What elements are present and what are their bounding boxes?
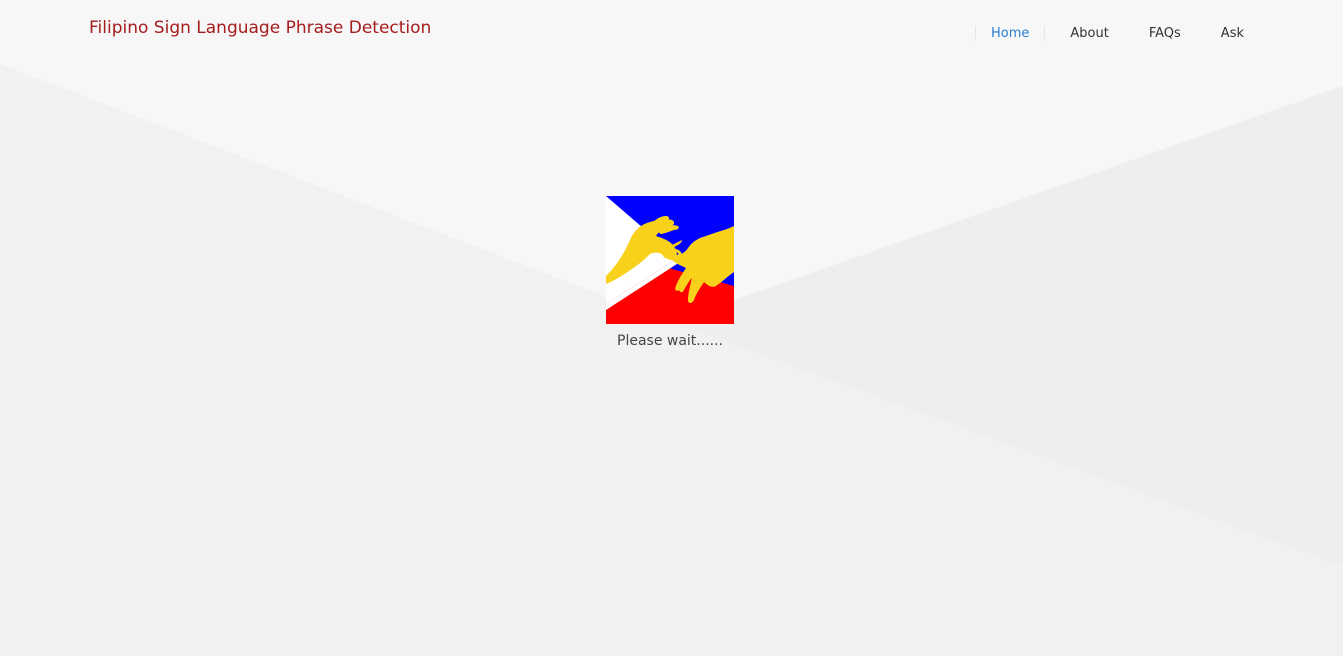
nav-ask-link[interactable]: Ask — [1221, 26, 1244, 41]
loading-panel: Please wait...... — [606, 196, 734, 349]
page: Filipino Sign Language Phrase Detection … — [0, 0, 1343, 656]
nav-home-link[interactable]: Home — [975, 25, 1046, 41]
nav-about-link[interactable]: About — [1070, 26, 1108, 41]
loading-message: Please wait...... — [617, 333, 723, 349]
nav-faqs-link[interactable]: FAQs — [1149, 26, 1181, 41]
main-nav: Home About FAQs Ask — [975, 24, 1244, 42]
site-title[interactable]: Filipino Sign Language Phrase Detection — [89, 18, 431, 38]
top-navbar: Filipino Sign Language Phrase Detection … — [0, 0, 1343, 64]
filipino-sign-language-logo-icon — [606, 196, 734, 324]
